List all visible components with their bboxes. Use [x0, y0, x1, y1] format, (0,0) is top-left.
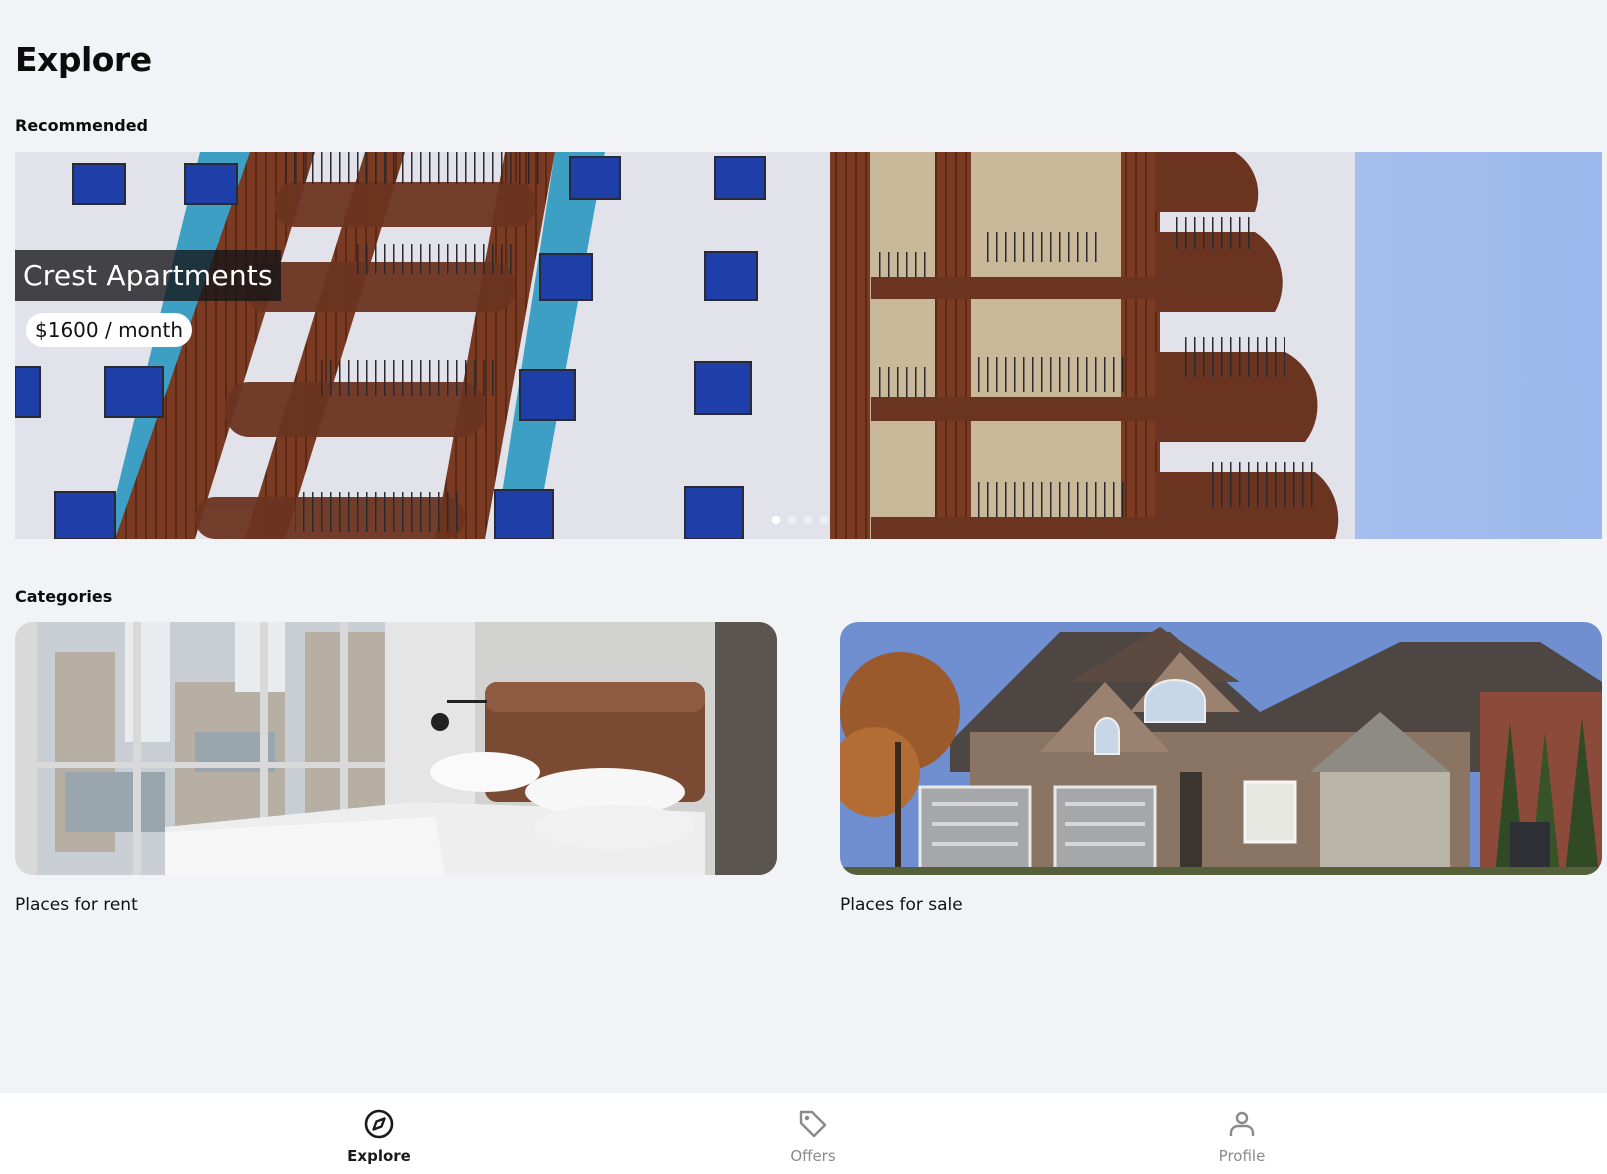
category-card-rent[interactable]: Places for rent	[15, 622, 777, 915]
category-label-rent[interactable]: Places for rent	[15, 895, 777, 915]
pager-dot[interactable]	[788, 516, 796, 524]
recommended-carousel[interactable]: Crest Apartments $1600 / month	[15, 152, 1602, 539]
nav-tab-explore[interactable]: Explore	[319, 1107, 439, 1165]
compass-icon	[364, 1109, 394, 1139]
listing-price-badge: $1600 / month	[26, 313, 192, 347]
tag-icon	[799, 1110, 827, 1138]
nav-tab-profile[interactable]: Profile	[1182, 1107, 1302, 1165]
nav-label-profile: Profile	[1218, 1147, 1266, 1165]
pager-dot[interactable]	[820, 516, 828, 524]
explore-screen: Explore Recommended Crest Apartments $16…	[0, 0, 1607, 1174]
person-icon	[1229, 1111, 1255, 1136]
page-title: Explore	[15, 40, 152, 79]
pager-dot[interactable]	[804, 516, 812, 524]
nav-tab-offers[interactable]: Offers	[753, 1107, 873, 1165]
category-image-sale[interactable]	[840, 622, 1602, 875]
categories-heading: Categories	[15, 587, 113, 606]
listing-name[interactable]: Crest Apartments	[15, 250, 281, 301]
pager-dot[interactable]	[772, 516, 780, 524]
bedroom-photo	[15, 622, 777, 875]
apartment-building-photo	[15, 152, 1602, 539]
house-photo	[840, 622, 1602, 875]
carousel-pager	[772, 516, 828, 524]
nav-label-offers: Offers	[790, 1147, 836, 1165]
category-label-sale[interactable]: Places for sale	[840, 895, 1602, 915]
category-card-sale[interactable]: Places for sale	[840, 622, 1602, 915]
bottom-navigation: Explore Offers Profile	[0, 1093, 1607, 1174]
nav-label-explore: Explore	[347, 1147, 411, 1165]
category-image-rent[interactable]	[15, 622, 777, 875]
recommended-heading: Recommended	[15, 116, 148, 135]
